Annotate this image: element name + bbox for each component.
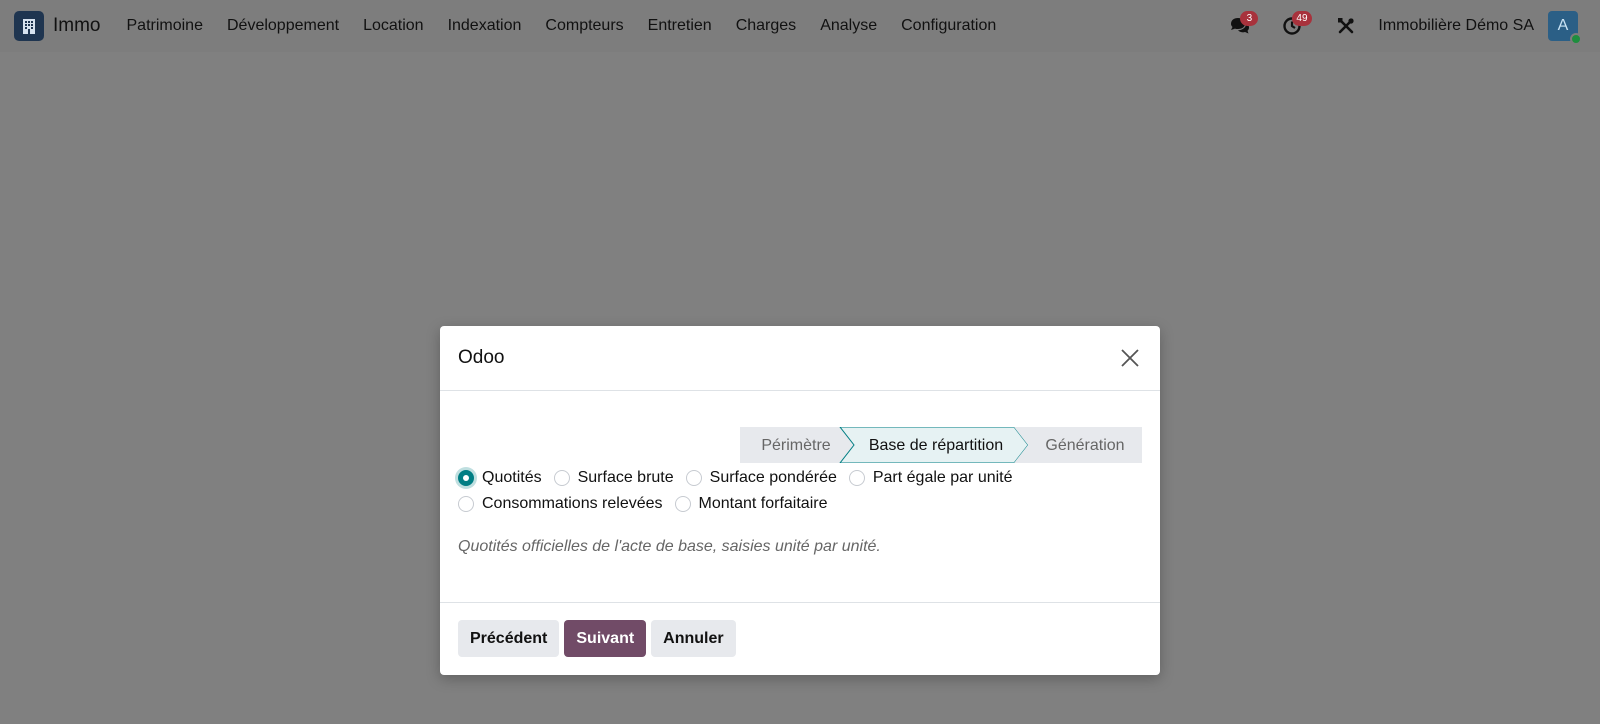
radio-part-egale[interactable] <box>848 470 865 486</box>
option-surface-brute[interactable]: Surface brute <box>553 469 674 487</box>
top-navbar: Immo Patrimoine Développement Location I… <box>0 0 1600 52</box>
option-label-quotites: Quotités <box>482 469 542 486</box>
option-label-part-egale: Part égale par unité <box>872 469 1013 486</box>
radio-quotites[interactable] <box>458 470 474 486</box>
activities-button[interactable]: 49 <box>1272 6 1312 46</box>
dialog-body: Périmètre Base de répartition Génération… <box>440 391 1160 603</box>
option-montant-forfaitaire[interactable]: Montant forfaitaire <box>674 495 828 513</box>
option-label-surface-brute: Surface brute <box>577 469 674 486</box>
building-icon[interactable] <box>14 11 44 41</box>
step-perimetre[interactable]: Périmètre <box>761 437 830 454</box>
menu-item-entretien[interactable]: Entretien <box>636 17 724 35</box>
step-base-repartition[interactable]: Base de répartition <box>869 437 1003 454</box>
activities-badge: 49 <box>1292 11 1312 26</box>
user-avatar[interactable]: A <box>1548 11 1582 45</box>
app-brand[interactable]: Immo <box>53 15 101 37</box>
menu-item-developpement[interactable]: Développement <box>215 17 351 35</box>
allocation-options-row-2: Consommations relevées Montant forfaitai… <box>458 495 839 513</box>
radio-surface-brute[interactable] <box>553 470 570 486</box>
previous-button[interactable]: Précédent <box>458 620 560 657</box>
menu-item-charges[interactable]: Charges <box>724 17 808 35</box>
option-part-egale[interactable]: Part égale par unité <box>848 469 1013 487</box>
messages-button[interactable]: 3 <box>1220 6 1260 46</box>
next-button[interactable]: Suivant <box>564 620 647 657</box>
allocation-options-row-1: Quotités Surface brute Surface pondérée … <box>458 469 1025 487</box>
cancel-button[interactable]: Annuler <box>651 620 736 657</box>
option-label-montant-forfaitaire: Montant forfaitaire <box>698 495 828 512</box>
dialog-title: Odoo <box>458 347 505 368</box>
option-help-text: Quotités officielles de l'acte de base, … <box>458 538 881 555</box>
avatar-letter: A <box>1557 17 1569 34</box>
tools-icon <box>1338 18 1354 34</box>
step-generation[interactable]: Génération <box>1045 437 1124 454</box>
option-consommations[interactable]: Consommations relevées <box>458 495 663 513</box>
dialog-header: Odoo <box>440 326 1160 391</box>
systray: 3 49 Immobilière Démo SA A <box>1220 0 1600 52</box>
radio-montant-forfaitaire[interactable] <box>674 496 691 512</box>
menu-item-location[interactable]: Location <box>351 17 436 35</box>
radio-consommations[interactable] <box>458 496 474 512</box>
messages-badge: 3 <box>1240 11 1259 26</box>
company-switcher[interactable]: Immobilière Démo SA <box>1378 17 1534 35</box>
debug-tools-button[interactable] <box>1326 6 1366 46</box>
option-label-surface-ponderee: Surface pondérée <box>709 469 837 486</box>
close-button[interactable] <box>1118 346 1142 370</box>
option-quotites[interactable]: Quotités <box>458 469 542 487</box>
wizard-steps: Périmètre Base de répartition Génération <box>740 427 1142 463</box>
menu-item-patrimoine[interactable]: Patrimoine <box>115 17 215 35</box>
menu-item-compteurs[interactable]: Compteurs <box>533 17 635 35</box>
dialog-footer: Précédent Suivant Annuler <box>440 603 1160 674</box>
option-surface-ponderee[interactable]: Surface pondérée <box>685 469 837 487</box>
menu-item-configuration[interactable]: Configuration <box>889 17 1008 35</box>
radio-surface-ponderee[interactable] <box>685 470 702 486</box>
option-label-consommations: Consommations relevées <box>482 495 663 512</box>
wizard-dialog: Odoo Périmètre Base de répartition Génér… <box>440 326 1160 675</box>
menu-item-indexation[interactable]: Indexation <box>436 17 534 35</box>
main-menu: Patrimoine Développement Location Indexa… <box>115 17 1009 35</box>
online-status-dot <box>1570 33 1582 45</box>
menu-item-analyse[interactable]: Analyse <box>808 17 889 35</box>
close-icon <box>1121 349 1139 367</box>
